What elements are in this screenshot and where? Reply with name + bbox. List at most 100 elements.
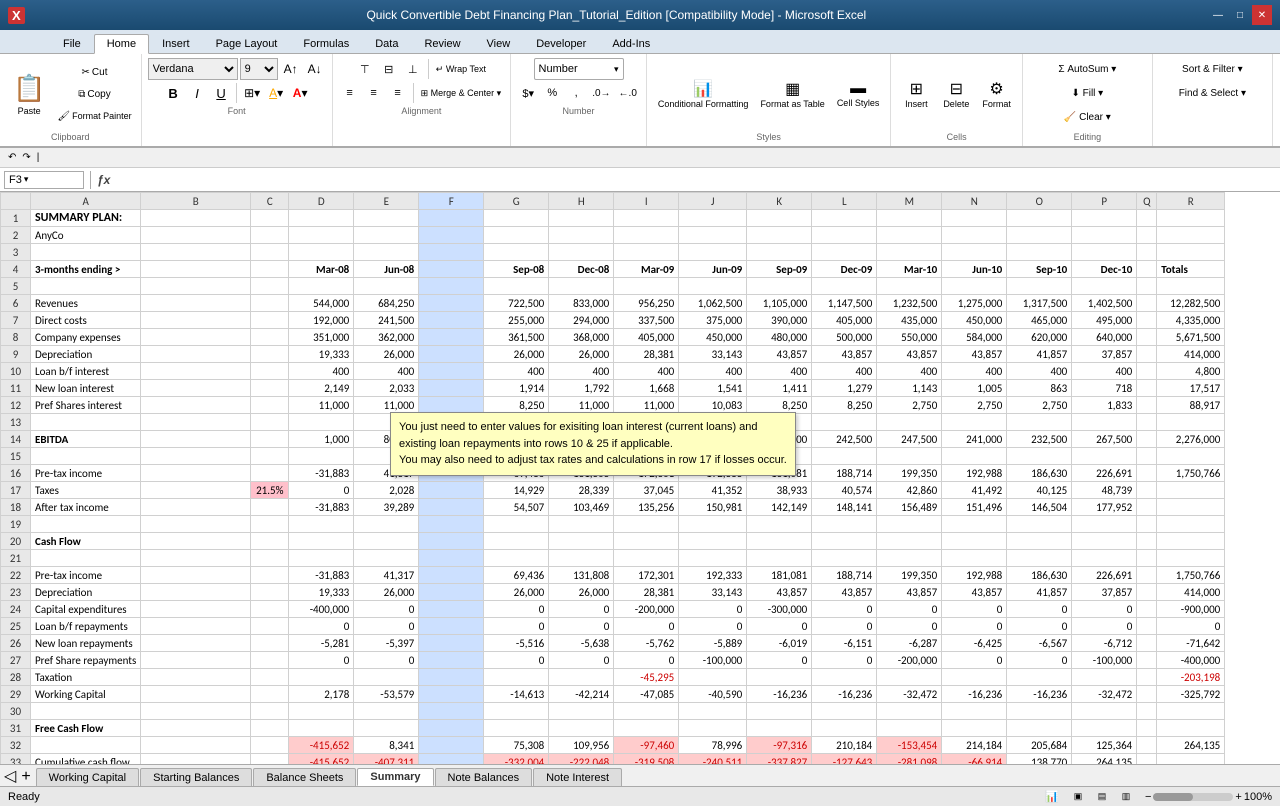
cell[interactable] xyxy=(289,414,354,431)
cell[interactable] xyxy=(419,499,484,516)
cell[interactable]: Cumulative cash flow xyxy=(31,754,141,765)
cell[interactable] xyxy=(812,448,877,465)
cell[interactable]: -16,236 xyxy=(942,686,1007,703)
col-m[interactable]: M xyxy=(877,193,942,210)
cell[interactable] xyxy=(877,210,942,227)
cell[interactable]: -203,198 xyxy=(1157,669,1225,686)
col-d[interactable]: D xyxy=(289,193,354,210)
cell[interactable] xyxy=(1137,295,1157,312)
cell[interactable]: 0 xyxy=(1072,618,1137,635)
cell[interactable] xyxy=(1007,516,1072,533)
bold-button[interactable]: B xyxy=(162,82,184,104)
cell[interactable] xyxy=(419,601,484,618)
cell[interactable]: 450,000 xyxy=(942,312,1007,329)
cell[interactable] xyxy=(877,278,942,295)
table-row[interactable]: 43-months ending >Mar-08Jun-08Sep-08Dec-… xyxy=(1,261,1225,278)
cell[interactable] xyxy=(289,244,354,261)
cell[interactable] xyxy=(1072,720,1137,737)
delete-btn[interactable]: ⊟ Delete xyxy=(937,64,975,124)
cell[interactable]: Dec-08 xyxy=(549,261,614,278)
cell[interactable]: 550,000 xyxy=(877,329,942,346)
cell[interactable]: 0 xyxy=(877,601,942,618)
cell[interactable] xyxy=(251,584,289,601)
table-row[interactable]: 5 xyxy=(1,278,1225,295)
cell[interactable] xyxy=(1007,533,1072,550)
cell[interactable] xyxy=(141,414,251,431)
cell[interactable]: 1,062,500 xyxy=(679,295,747,312)
cell[interactable] xyxy=(31,516,141,533)
cell[interactable] xyxy=(812,516,877,533)
cell[interactable]: 48,739 xyxy=(1072,482,1137,499)
cell[interactable]: 1,000 xyxy=(289,431,354,448)
cell[interactable] xyxy=(1137,499,1157,516)
cell[interactable]: 2,028 xyxy=(354,482,419,499)
format-as-table-btn[interactable]: ▦ Format as Table xyxy=(755,64,829,124)
undo-btn[interactable]: ↶ xyxy=(8,152,16,163)
table-row[interactable]: 19 xyxy=(1,516,1225,533)
cell[interactable]: -332,004 xyxy=(484,754,549,765)
cell[interactable]: -97,460 xyxy=(614,737,679,754)
cell[interactable] xyxy=(141,550,251,567)
cell[interactable] xyxy=(1072,669,1137,686)
cell[interactable]: -40,590 xyxy=(679,686,747,703)
cell[interactable]: 8,341 xyxy=(354,737,419,754)
cell[interactable]: 151,496 xyxy=(942,499,1007,516)
cell[interactable] xyxy=(141,652,251,669)
cell[interactable]: 88,917 xyxy=(1157,397,1225,414)
cell[interactable]: Pre-tax income xyxy=(31,465,141,482)
cell[interactable] xyxy=(484,516,549,533)
find-select-btn[interactable]: Find & Select ▾ xyxy=(1176,82,1249,104)
cell[interactable]: 5,671,500 xyxy=(1157,329,1225,346)
cell[interactable]: 146,504 xyxy=(1007,499,1072,516)
cell[interactable] xyxy=(141,312,251,329)
cell[interactable] xyxy=(1007,227,1072,244)
cell[interactable] xyxy=(812,244,877,261)
cell[interactable] xyxy=(251,703,289,720)
cell[interactable]: -415,652 xyxy=(289,754,354,765)
cell[interactable]: Sep-08 xyxy=(484,261,549,278)
cell[interactable]: -325,792 xyxy=(1157,686,1225,703)
cell[interactable] xyxy=(354,720,419,737)
cell[interactable]: -16,236 xyxy=(812,686,877,703)
cell[interactable] xyxy=(141,584,251,601)
cell[interactable]: -6,019 xyxy=(747,635,812,652)
cell[interactable]: 390,000 xyxy=(747,312,812,329)
cell[interactable] xyxy=(141,516,251,533)
cell[interactable] xyxy=(614,244,679,261)
cell[interactable]: 405,000 xyxy=(614,329,679,346)
cell[interactable] xyxy=(419,210,484,227)
table-row[interactable]: 20Cash Flow xyxy=(1,533,1225,550)
cell[interactable] xyxy=(614,533,679,550)
cell[interactable]: 2,750 xyxy=(942,397,1007,414)
cell[interactable]: 2,750 xyxy=(877,397,942,414)
cell[interactable]: 11,000 xyxy=(354,397,419,414)
cell[interactable]: 1,143 xyxy=(877,380,942,397)
cell[interactable] xyxy=(877,550,942,567)
cell[interactable]: -6,712 xyxy=(1072,635,1137,652)
cell[interactable] xyxy=(251,499,289,516)
cell[interactable] xyxy=(289,720,354,737)
cell[interactable] xyxy=(141,295,251,312)
sheet-add-btn[interactable]: + xyxy=(21,768,30,786)
cell[interactable]: 1,402,500 xyxy=(1072,295,1137,312)
cell[interactable]: Jun-10 xyxy=(942,261,1007,278)
cell[interactable]: 21.5% xyxy=(251,482,289,499)
cell[interactable]: 43,857 xyxy=(942,584,1007,601)
cell[interactable] xyxy=(419,312,484,329)
cell[interactable]: 833,000 xyxy=(549,295,614,312)
cell[interactable] xyxy=(747,516,812,533)
cell[interactable] xyxy=(251,516,289,533)
cell[interactable]: 69,436 xyxy=(484,567,549,584)
cell[interactable] xyxy=(549,533,614,550)
cell[interactable] xyxy=(679,278,747,295)
cell[interactable]: -337,827 xyxy=(747,754,812,765)
cell[interactable] xyxy=(747,720,812,737)
cell[interactable] xyxy=(419,533,484,550)
cell[interactable] xyxy=(614,227,679,244)
cell[interactable]: 405,000 xyxy=(812,312,877,329)
cell[interactable] xyxy=(877,227,942,244)
tab-balance-sheets[interactable]: Balance Sheets xyxy=(253,768,356,786)
maximize-btn[interactable]: □ xyxy=(1230,5,1250,25)
table-row[interactable]: 27Pref Share repayments00000-100,00000-2… xyxy=(1,652,1225,669)
cell[interactable]: -6,425 xyxy=(942,635,1007,652)
